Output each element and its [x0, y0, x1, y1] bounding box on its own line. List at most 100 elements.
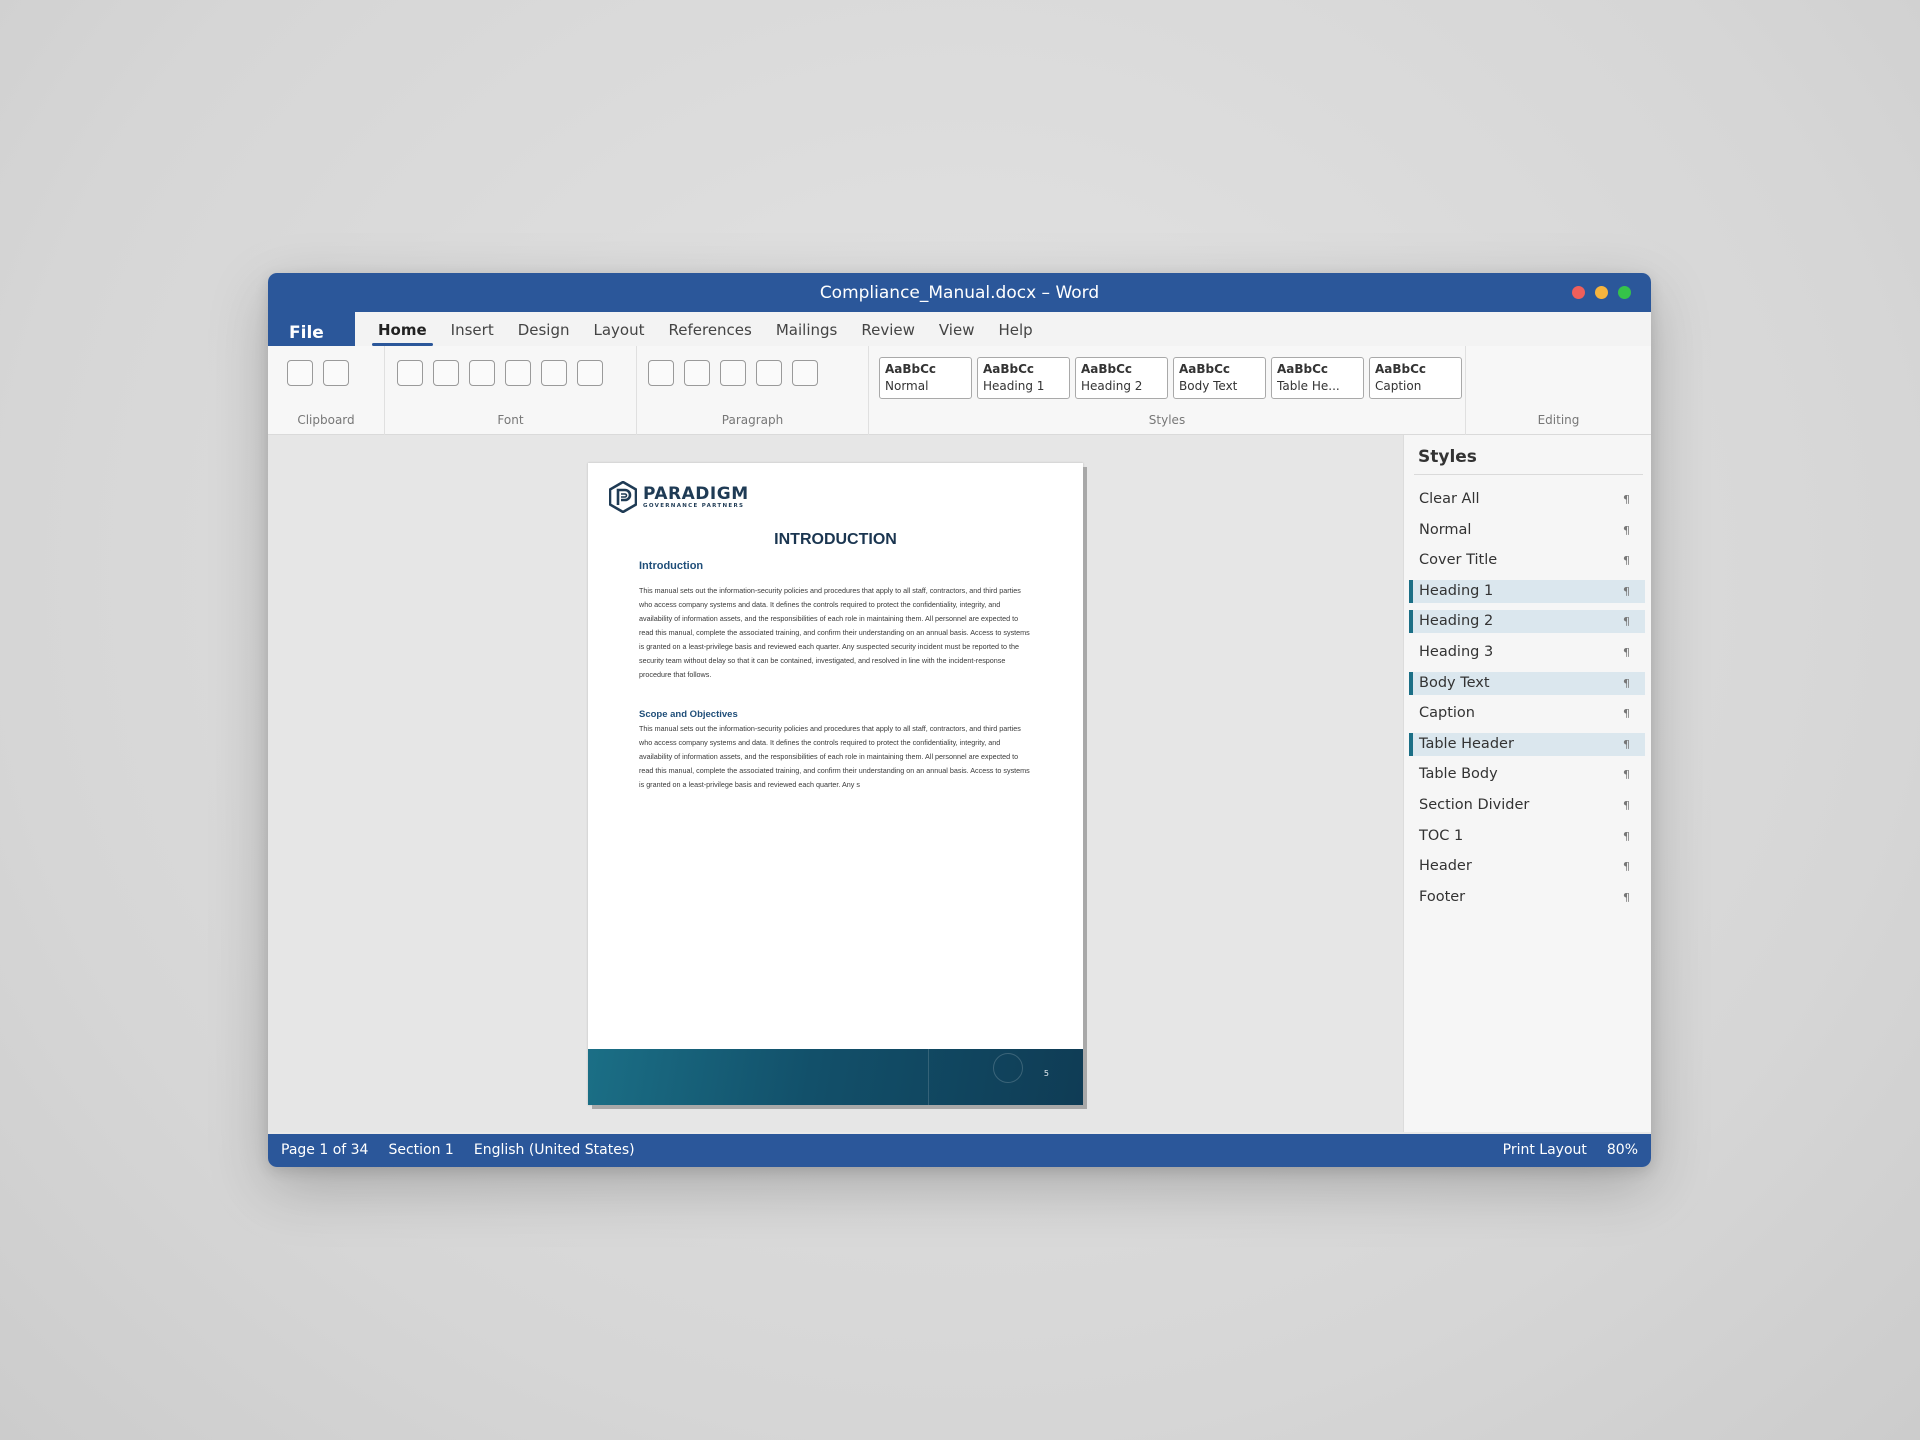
clipboard-group-label: Clipboard [297, 413, 355, 427]
style-item-heading-1[interactable]: Heading 1 ¶ [1409, 579, 1645, 603]
document-page[interactable]: PARADIGM GOVERNANCE PARTNERS INTRODUCTIO… [588, 463, 1083, 1105]
style-item-label: Heading 3 [1419, 644, 1494, 660]
style-item-table-body[interactable]: Table Body ¶ [1409, 763, 1645, 786]
font-name-button[interactable] [397, 360, 423, 386]
style-card-body-text[interactable]: AaBbCc Body Text [1173, 357, 1266, 399]
font-color-button[interactable] [577, 360, 603, 386]
tab-home[interactable]: Home [366, 312, 439, 346]
tab-mailings[interactable]: Mailings [764, 312, 849, 346]
paragraph-group: Paragraph [637, 346, 869, 435]
style-sample: AaBbCc [1179, 362, 1231, 376]
style-card-label: Heading 2 [1081, 379, 1143, 393]
paragraph-mark-icon: ¶ [1623, 737, 1630, 751]
clipboard-group: Clipboard [268, 346, 385, 435]
font-group-label: Font [497, 413, 524, 427]
italic-button[interactable] [505, 360, 531, 386]
style-card-caption[interactable]: AaBbCc Caption [1369, 357, 1462, 399]
line-spacing-button[interactable] [792, 360, 818, 386]
paste-button[interactable] [287, 360, 313, 386]
paragraph-mark-icon: ¶ [1623, 584, 1630, 598]
maximize-window-button[interactable] [1618, 286, 1631, 299]
style-card-label: Caption [1375, 379, 1422, 393]
page-count-status[interactable]: Page 1 of 34 [281, 1134, 368, 1167]
font-group: Font [385, 346, 637, 435]
tab-insert[interactable]: Insert [439, 312, 506, 346]
paradigm-logo-icon [609, 481, 637, 513]
styles-pane: Styles Clear All ¶ Normal ¶ Cover Title ¶ Head… [1403, 435, 1651, 1132]
style-item-label: Table Header [1419, 735, 1514, 752]
style-sample: AaBbCc [1081, 362, 1133, 376]
tab-layout[interactable]: Layout [582, 312, 657, 346]
align-left-button[interactable] [720, 360, 746, 386]
paragraph-mark-icon: ¶ [1623, 523, 1630, 537]
styles-pane-divider [1414, 474, 1643, 475]
styles-pane-title: Styles [1418, 447, 1477, 467]
section-heading-introduction[interactable]: Introduction [639, 560, 703, 572]
style-card-table-header[interactable]: AaBbCc Table He... [1271, 357, 1364, 399]
style-item-clear-all[interactable]: Clear All ¶ [1409, 488, 1645, 511]
section-heading-scope[interactable]: Scope and Objectives [639, 709, 738, 720]
style-item-heading-3[interactable]: Heading 3 ¶ [1409, 641, 1645, 664]
word-window: Compliance_Manual.docx – Word File Home … [268, 273, 1651, 1167]
style-item-table-header[interactable]: Table Header ¶ [1409, 732, 1645, 756]
page-number: 5 [1043, 1069, 1049, 1078]
paragraph-mark-icon: ¶ [1623, 707, 1630, 721]
bold-button[interactable] [469, 360, 495, 386]
window-controls [1572, 286, 1631, 299]
tab-references[interactable]: References [657, 312, 764, 346]
zoom-level[interactable]: 80% [1607, 1134, 1638, 1167]
style-item-header[interactable]: Header ¶ [1409, 855, 1645, 878]
style-item-section-divider[interactable]: Section Divider ¶ [1409, 794, 1645, 817]
style-item-body-text[interactable]: Body Text ¶ [1409, 671, 1645, 695]
logo-tagline: GOVERNANCE PARTNERS [643, 502, 745, 509]
style-item-label: Section Divider [1419, 797, 1530, 813]
tab-design[interactable]: Design [506, 312, 582, 346]
close-window-button[interactable] [1572, 286, 1585, 299]
style-card-heading-1[interactable]: AaBbCc Heading 1 [977, 357, 1070, 399]
style-item-label: Header [1419, 858, 1472, 875]
font-size-button[interactable] [433, 360, 459, 386]
title-bar: Compliance_Manual.docx – Word [268, 273, 1651, 312]
styles-group: AaBbCc Normal AaBbCc Heading 1 AaBbCc He… [869, 346, 1466, 435]
section-status[interactable]: Section 1 [388, 1134, 453, 1167]
style-item-heading-2[interactable]: Heading 2 ¶ [1409, 610, 1645, 634]
document-canvas[interactable]: PARADIGM GOVERNANCE PARTNERS INTRODUCTIO… [268, 435, 1403, 1132]
style-item-footer[interactable]: Footer ¶ [1409, 886, 1645, 909]
paragraph-mark-icon: ¶ [1623, 890, 1630, 904]
style-item-label: Body Text [1419, 674, 1490, 691]
style-card-label: Heading 1 [983, 379, 1045, 393]
tab-view[interactable]: View [927, 312, 987, 346]
style-item-label: TOC 1 [1419, 827, 1464, 844]
minimize-window-button[interactable] [1595, 286, 1608, 299]
style-sample: AaBbCc [885, 362, 937, 376]
bullets-button[interactable] [648, 360, 674, 386]
ribbon-tabs: File Home Insert Design Layout Reference… [268, 312, 1651, 346]
paragraph-mark-icon: ¶ [1623, 860, 1630, 874]
numbering-button[interactable] [684, 360, 710, 386]
paragraph-mark-icon: ¶ [1623, 768, 1630, 782]
style-card-heading-2[interactable]: AaBbCc Heading 2 [1075, 357, 1168, 399]
tab-help[interactable]: Help [986, 312, 1044, 346]
style-item-cover-title[interactable]: Cover Title ¶ [1409, 549, 1645, 572]
style-card-label: Table He... [1277, 379, 1340, 393]
style-sample: AaBbCc [1375, 362, 1427, 376]
style-item-normal[interactable]: Normal ¶ [1409, 519, 1645, 542]
file-tab[interactable]: File [268, 312, 355, 346]
paragraph-mark-icon: ¶ [1623, 493, 1630, 506]
underline-button[interactable] [541, 360, 567, 386]
view-mode-status[interactable]: Print Layout [1503, 1134, 1587, 1167]
style-item-toc-1[interactable]: TOC 1 ¶ [1409, 825, 1645, 848]
section-body-introduction[interactable]: This manual sets out the information-sec… [639, 584, 1030, 682]
section-body-scope[interactable]: This manual sets out the information-sec… [639, 722, 1030, 792]
style-item-caption[interactable]: Caption ¶ [1409, 702, 1645, 725]
page-footer-band: 5 [588, 1049, 1083, 1105]
language-status[interactable]: English (United States) [474, 1134, 635, 1167]
style-item-label: Heading 2 [1419, 613, 1494, 630]
align-center-button[interactable] [756, 360, 782, 386]
document-title[interactable]: INTRODUCTION [588, 531, 1083, 549]
footer-seal-icon [993, 1053, 1023, 1083]
style-card-normal[interactable]: AaBbCc Normal [879, 357, 972, 399]
copy-button[interactable] [323, 360, 349, 386]
paragraph-mark-icon: ¶ [1623, 615, 1630, 629]
tab-review[interactable]: Review [849, 312, 927, 346]
